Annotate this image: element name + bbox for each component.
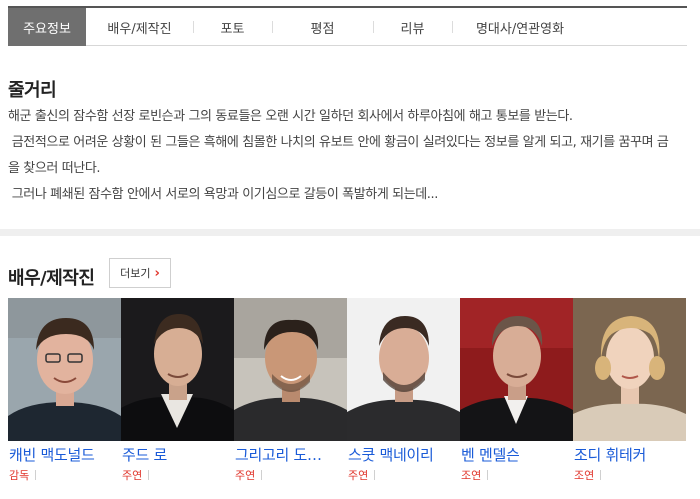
cast-list: 캐빈 맥도널드 감독 주드 로 주연 그리고리 도… 주연 스쿳 맥네이리 주연… [8, 298, 687, 490]
cast-card[interactable]: 캐빈 맥도널드 감독 [8, 298, 121, 490]
synopsis-paragraph: 금전적으로 어려운 상황이 된 그들은 흑해에 침몰한 나치의 유보트 안에 황… [8, 135, 669, 176]
cast-photo[interactable] [460, 298, 573, 441]
synopsis-title: 줄거리 [8, 80, 57, 101]
tab-photo[interactable]: 포토 [193, 8, 272, 46]
cast-role: 조연 [461, 467, 488, 483]
cast-photo[interactable] [573, 298, 686, 441]
more-button-label: 더보기 [120, 267, 151, 280]
cast-photo[interactable] [234, 298, 347, 441]
cast-photo[interactable] [347, 298, 460, 441]
tab-rating[interactable]: 평점 [272, 8, 373, 46]
cast-role: 주연 [348, 467, 375, 483]
cast-card[interactable]: 주드 로 주연 [121, 298, 234, 490]
more-button[interactable]: 더보기 › [109, 258, 171, 288]
tab-review[interactable]: 리뷰 [373, 8, 452, 46]
section-divider [0, 229, 700, 236]
cast-card[interactable]: 벤 멘델슨 조연 [460, 298, 573, 490]
cast-name[interactable]: 그리고리 도… [235, 444, 345, 465]
cast-photo[interactable] [8, 298, 121, 441]
cast-role: 감독 [9, 467, 36, 483]
tab-bar: 주요정보 배우/제작진 포토 평점 리뷰 명대사/연관영화 [8, 6, 687, 46]
cast-role: 주연 [235, 467, 262, 483]
cast-name[interactable]: 스쿳 맥네이리 [348, 444, 458, 465]
cast-photo[interactable] [121, 298, 234, 441]
cast-card[interactable]: 스쿳 맥네이리 주연 [347, 298, 460, 490]
cast-name[interactable]: 주드 로 [122, 444, 232, 465]
synopsis-paragraph: 해군 출신의 잠수함 선장 로빈슨과 그의 동료들은 오랜 시간 일하던 회사에… [8, 109, 573, 124]
cast-role: 주연 [122, 467, 149, 483]
cast-name[interactable]: 벤 멘델슨 [461, 444, 571, 465]
tab-cast-crew[interactable]: 배우/제작진 [86, 8, 193, 46]
cast-role: 조연 [574, 467, 601, 483]
cast-card[interactable]: 그리고리 도… 주연 [234, 298, 347, 490]
cast-name[interactable]: 캐빈 맥도널드 [9, 444, 119, 465]
cast-name[interactable]: 조디 휘테커 [574, 444, 684, 465]
chevron-right-icon: › [154, 265, 160, 281]
synopsis-paragraph: 그러나 폐쇄된 잠수함 안에서 서로의 욕망과 이기심으로 갈등이 폭발하게 되… [8, 187, 439, 202]
tab-quotes-related[interactable]: 명대사/연관영화 [452, 8, 588, 46]
tab-main-info[interactable]: 주요정보 [8, 8, 86, 46]
cast-section-title: 배우/제작진 [8, 268, 95, 289]
cast-card[interactable]: 조디 휘테커 조연 [573, 298, 686, 490]
synopsis-text: 해군 출신의 잠수함 선장 로빈슨과 그의 동료들은 오랜 시간 일하던 회사에… [8, 104, 680, 208]
